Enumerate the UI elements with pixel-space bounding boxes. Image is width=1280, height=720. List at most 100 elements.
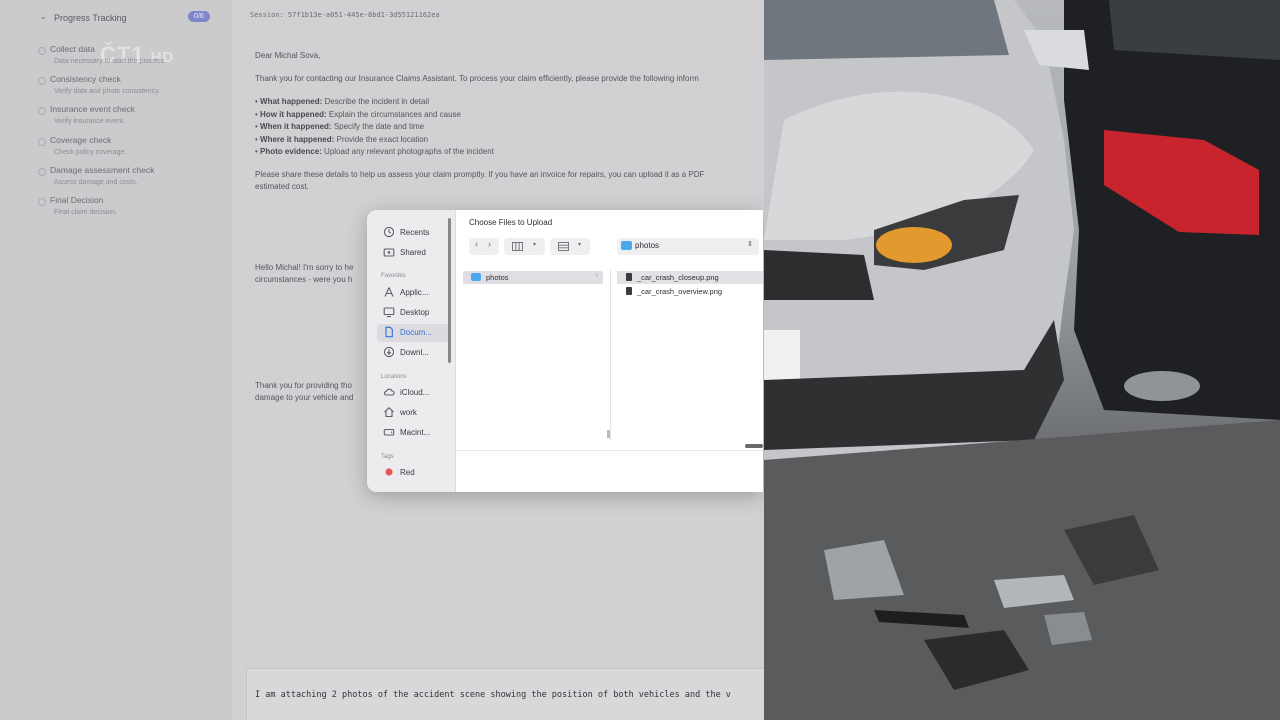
file-upload-dialog: Recents Shared Favorites Applic... Deskt… — [367, 210, 763, 492]
sidebar-item-shared[interactable]: Shared — [377, 244, 451, 262]
sidebar-item-label: Applic... — [400, 288, 429, 297]
step-status-circle-icon — [38, 107, 46, 116]
sidebar-item-macintosh[interactable]: Macint... — [377, 424, 451, 442]
shared-folder-icon — [383, 248, 395, 257]
sidebar-item-applications[interactable]: Applic... — [377, 284, 451, 302]
chevron-down-icon: ▾ — [533, 242, 537, 248]
group-by-button[interactable]: ▾ — [550, 238, 590, 255]
step-title: Final Decision — [50, 194, 104, 205]
file-name: _car_crash_overview.png — [637, 287, 723, 296]
assistant-closing-line1: Please share these details to help us as… — [255, 170, 705, 179]
step-final-decision: Final Decision Final claim decision. — [38, 195, 228, 225]
back-forward-buttons[interactable]: ‹ › — [469, 238, 499, 255]
step-title: Consistency check — [50, 74, 121, 85]
path-selector[interactable]: photos ⇕ — [617, 238, 759, 255]
image-file-icon — [626, 273, 632, 281]
list-item: • Photo evidence: Upload any relevant ph… — [255, 147, 494, 156]
step-title: Insurance event check — [50, 104, 136, 115]
step-subtitle: Verify data and photo consistency. — [54, 88, 161, 96]
sidebar-item-label: work — [400, 408, 417, 417]
session-id-label: Session: 57f1b13e-a051-445e-8bd1-3d55121… — [250, 11, 440, 19]
sidebar-item-work[interactable]: work — [377, 404, 451, 422]
step-subtitle: Verify insurance event. — [54, 118, 125, 126]
chevron-down-icon: ⌄ — [40, 12, 47, 21]
column-scroll-indicator[interactable] — [607, 430, 610, 438]
message-composer[interactable]: I am attaching 2 photos of the accident … — [246, 668, 764, 720]
step-title: Collect data — [50, 44, 95, 54]
step-consistency-check: Consistency check Verify data and photo … — [38, 74, 228, 104]
step-collect-data: Collect data Data necessary to start the… — [38, 44, 228, 74]
desktop-icon — [383, 307, 395, 318]
download-icon — [383, 346, 395, 358]
sidebar-item-label: Docum... — [400, 328, 433, 337]
amber-headlight — [876, 227, 952, 263]
assistant-reply1-line2: circumstances - were you h — [255, 275, 353, 284]
image-file-icon — [626, 287, 632, 295]
forward-arrow-icon[interactable]: › — [488, 239, 491, 249]
columns-view-icon — [512, 242, 523, 251]
sidebar-item-label: Red — [400, 468, 415, 477]
sidebar-item-label: Recents — [400, 228, 430, 237]
assistant-intro: Thank you for contacting our Insurance C… — [255, 74, 699, 83]
browser-column-2: _car_crash_closeup.png _car_crash_overvi… — [617, 270, 763, 440]
step-status-circle-icon — [38, 167, 46, 176]
step-coverage-check: Coverage check Check policy coverage. — [38, 135, 228, 165]
step-title: Coverage check — [50, 134, 112, 145]
folder-icon — [471, 273, 481, 281]
car-crash-illustration — [764, 0, 1280, 720]
debris-piece — [1044, 612, 1092, 645]
list-item: • What happened: Describe the incident i… — [255, 97, 429, 106]
sidebar-item-label: iCloud... — [400, 388, 430, 397]
assistant-reply2-line1: Thank you for providing tho — [255, 381, 352, 390]
dialog-title: Choose Files to Upload — [469, 218, 553, 227]
clock-icon — [383, 226, 395, 238]
chevron-right-icon: › — [595, 272, 598, 279]
progress-tracking-header[interactable]: ⌄ Progress Tracking 0/6 — [40, 11, 215, 26]
sidebar-item-label: Desktop — [400, 308, 430, 317]
silver-car-windshield — [764, 0, 1009, 60]
horizontal-scrollbar[interactable] — [745, 444, 763, 448]
progress-count-badge: 0/6 — [188, 11, 210, 22]
progress-sidebar: ⌄ Progress Tracking 0/6 ČT1 HD Collect da… — [0, 0, 232, 720]
assistant-greeting: Dear Michal Sova, — [255, 51, 321, 60]
black-car-rear-window — [1109, 0, 1280, 60]
exhaust-pipe — [1124, 371, 1200, 401]
file-row[interactable]: _car_crash_closeup.png — [617, 271, 763, 284]
step-subtitle: Data necessary to start the process. — [54, 58, 167, 65]
list-item: • When it happened: Specify the date and… — [255, 122, 425, 131]
sidebar-item-downloads[interactable]: Downl... — [377, 344, 451, 362]
home-icon — [384, 407, 394, 418]
sidebar-scrollbar[interactable] — [448, 218, 451, 363]
sidebar-item-label: Downl... — [400, 348, 429, 357]
sidebar-item-tag-red[interactable]: Red — [377, 464, 451, 482]
folder-row-photos[interactable]: photos › — [463, 271, 603, 284]
step-title: Damage assessment check — [50, 164, 155, 175]
folder-name: photos — [486, 273, 509, 282]
license-plate — [764, 330, 800, 384]
list-item: • How it happened: Explain the circumsta… — [255, 109, 461, 119]
sidebar-item-icloud[interactable]: iCloud... — [377, 384, 451, 402]
red-tag-dot-icon — [385, 468, 393, 476]
back-arrow-icon[interactable]: ‹ — [475, 239, 478, 249]
sidebar-item-desktop[interactable]: Desktop — [377, 304, 451, 322]
message-input[interactable]: I am attaching 2 photos of the accident … — [255, 690, 731, 700]
up-down-chevron-icon: ⇕ — [747, 241, 753, 248]
folder-icon — [621, 241, 632, 250]
favorites-header: Favorites — [381, 273, 406, 279]
sidebar-item-documents[interactable]: Docum... — [377, 324, 451, 342]
front-grille — [764, 250, 874, 300]
browser-column-1: photos › — [460, 270, 611, 440]
file-row[interactable]: _car_crash_overview.png — [617, 285, 763, 298]
applications-icon — [384, 287, 394, 297]
step-status-circle-icon — [38, 77, 46, 86]
locations-header: Locations — [381, 374, 407, 380]
view-mode-button[interactable]: ▾ — [504, 238, 545, 255]
cloud-icon — [383, 388, 395, 396]
assistant-reply1-line1: Hello Michal! I'm sorry to he — [255, 263, 354, 272]
step-subtitle: Check policy coverage. — [54, 148, 127, 156]
path-selector-label: photos — [635, 241, 660, 250]
sidebar-item-recents[interactable]: Recents — [377, 224, 451, 242]
assistant-reply2-line2: damage to your vehicle and — [255, 393, 354, 402]
hard-drive-icon — [383, 428, 395, 436]
tags-header: Tags — [381, 454, 394, 460]
